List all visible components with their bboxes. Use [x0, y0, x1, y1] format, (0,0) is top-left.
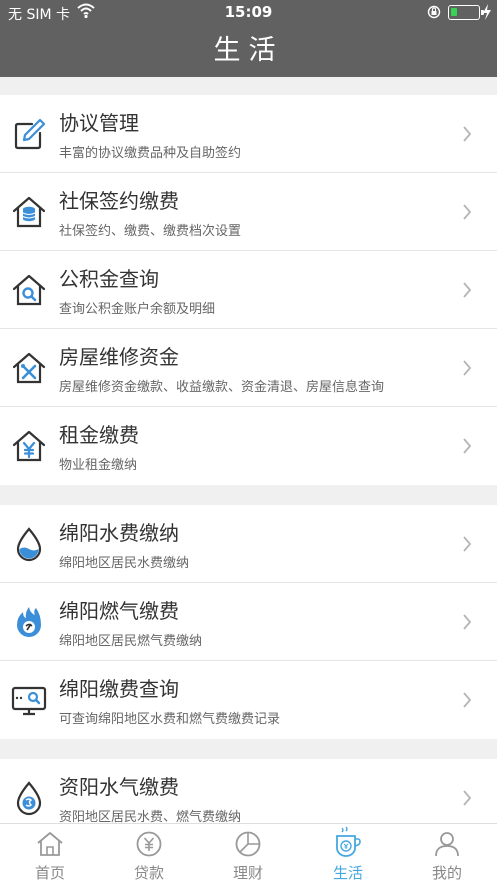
tab-finance[interactable]: 理财 [198, 824, 298, 883]
tab-label: 生活 [332, 864, 363, 882]
bottom-tab-bar: 首页 贷款 理财 生活 我的 [0, 823, 497, 883]
house-yen-icon [12, 430, 46, 462]
home-icon [37, 832, 63, 856]
chevron-right-icon [463, 536, 472, 552]
service-item-mianyang-query[interactable]: 绵阳缴费查询 可查询绵阳地区水费和燃气费缴费记录 [0, 661, 497, 739]
edit-icon [14, 118, 46, 150]
service-title: 资阳水气缴费 [59, 775, 179, 799]
service-title: 协议管理 [59, 111, 139, 135]
service-title: 租金缴费 [59, 423, 139, 447]
service-desc: 资阳地区居民水费、燃气费缴纳 [59, 810, 242, 823]
service-title: 绵阳缴费查询 [59, 677, 179, 701]
chevron-right-icon [463, 126, 472, 142]
service-item-rent[interactable]: 租金缴费 物业租金缴纳 [0, 407, 497, 485]
service-desc: 可查询绵阳地区水费和燃气费缴费记录 [59, 712, 281, 727]
service-title: 社保签约缴费 [59, 189, 179, 213]
tab-home[interactable]: 首页 [0, 824, 100, 883]
charging-icon [483, 4, 491, 20]
tab-mine[interactable]: 我的 [397, 824, 497, 883]
finance-icon [235, 831, 261, 857]
house-tools-icon [12, 352, 46, 384]
service-item-agreement[interactable]: 协议管理 丰富的协议缴费品种及自助签约 [0, 95, 497, 173]
house-search-icon [12, 274, 46, 306]
life-cup-icon [336, 826, 361, 857]
page-title: 生活 [213, 35, 284, 66]
service-group-ziyang: 资阳水气缴费 资阳地区居民水费、燃气费缴纳 [0, 759, 497, 823]
chevron-right-icon [463, 282, 472, 298]
chevron-right-icon [463, 360, 472, 376]
service-item-mianyang-gas[interactable]: 绵阳燃气缴费 绵阳地区居民燃气费缴纳 [0, 583, 497, 661]
service-desc: 房屋维修资金缴款、收益缴款、资金清退、房屋信息查询 [59, 380, 385, 395]
service-title: 公积金查询 [59, 267, 159, 291]
tab-life[interactable]: 生活 [298, 824, 398, 883]
tab-loan[interactable]: 贷款 [99, 824, 199, 883]
service-item-ziyang-water-gas[interactable]: 资阳水气缴费 资阳地区居民水费、燃气费缴纳 [0, 759, 497, 823]
service-item-repair-fund[interactable]: 房屋维修资金 房屋维修资金缴款、收益缴款、资金清退、房屋信息查询 [0, 329, 497, 407]
tab-label: 我的 [431, 864, 462, 882]
service-desc: 查询公积金账户余额及明细 [59, 302, 216, 317]
service-desc: 丰富的协议缴费品种及自助签约 [59, 146, 242, 161]
service-item-mianyang-water[interactable]: 绵阳水费缴纳 绵阳地区居民水费缴纳 [0, 505, 497, 583]
service-group-mianyang: 绵阳水费缴纳 绵阳地区居民水费缴纳 绵阳燃气缴费 绵阳地区居民燃气费缴纳 绵阳缴… [0, 505, 497, 739]
water-gas-icon [16, 781, 42, 816]
chevron-right-icon [463, 204, 472, 220]
house-coins-icon [12, 196, 46, 228]
user-icon [435, 832, 459, 857]
status-bar: 无 SIM 卡 15:09 [0, 0, 497, 26]
loan-icon [136, 831, 162, 857]
service-title: 绵阳水费缴纳 [59, 521, 179, 545]
service-title: 绵阳燃气缴费 [59, 599, 179, 623]
top-header: 无 SIM 卡 15:09 生活 [0, 0, 497, 77]
tab-label: 理财 [232, 864, 263, 882]
monitor-search-icon [11, 686, 47, 716]
service-desc: 物业租金缴纳 [59, 458, 138, 473]
tab-label: 贷款 [133, 864, 164, 882]
service-item-social-security[interactable]: 社保签约缴费 社保签约、缴费、缴费档次设置 [0, 173, 497, 251]
service-title: 房屋维修资金 [59, 345, 179, 369]
rotation-lock-icon [427, 5, 441, 19]
water-drop-icon [16, 527, 42, 562]
service-group-account: 协议管理 丰富的协议缴费品种及自助签约 社保签约缴费 社保签约、缴费、缴费档次设… [0, 95, 497, 485]
chevron-right-icon [463, 790, 472, 806]
service-desc: 社保签约、缴费、缴费档次设置 [59, 224, 242, 239]
chevron-right-icon [463, 438, 472, 454]
service-item-housing-fund[interactable]: 公积金查询 查询公积金账户余额及明细 [0, 251, 497, 329]
battery-icon [448, 5, 484, 20]
service-desc: 绵阳地区居民燃气费缴纳 [59, 634, 203, 649]
chevron-right-icon [463, 614, 472, 630]
flame-icon [17, 607, 41, 637]
chevron-right-icon [463, 692, 472, 708]
tab-label: 首页 [34, 864, 65, 882]
clock: 15:09 [224, 3, 273, 21]
service-desc: 绵阳地区居民水费缴纳 [59, 556, 190, 571]
